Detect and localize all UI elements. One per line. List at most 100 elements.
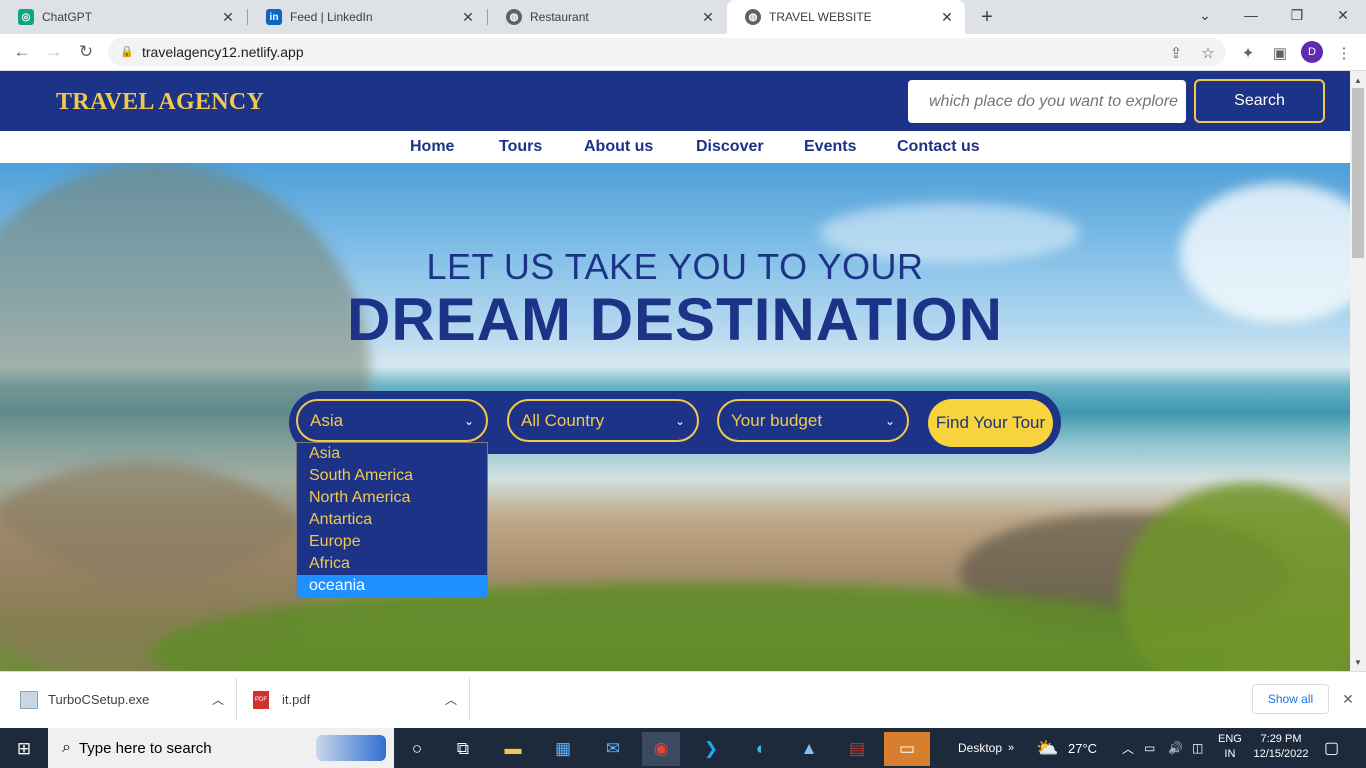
tab-title: Feed | LinkedIn bbox=[290, 10, 373, 24]
tray-expand-icon[interactable]: ︿ bbox=[1122, 728, 1134, 768]
download-separator bbox=[236, 678, 237, 720]
linkedin-icon: in bbox=[266, 9, 282, 25]
tab-linkedin[interactable]: in Feed | LinkedIn ✕ bbox=[248, 0, 486, 34]
close-downloads-icon[interactable]: ✕ bbox=[1338, 689, 1358, 709]
region-option[interactable]: Africa bbox=[297, 553, 487, 575]
globe-icon: ◍ bbox=[506, 9, 522, 25]
region-dropdown-list: Asia South America North America Antarti… bbox=[296, 442, 488, 598]
chevron-up-icon[interactable]: ︿ bbox=[206, 691, 230, 708]
file-explorer-icon[interactable]: ▬ bbox=[494, 732, 532, 766]
hero-subheading: LET US TAKE YOU TO YOUR bbox=[426, 246, 924, 287]
desktop-toolbar-label[interactable]: Desktop bbox=[958, 728, 1002, 768]
side-panel-icon[interactable]: ▣ bbox=[1270, 43, 1290, 63]
site-logo[interactable]: TRAVEL AGENCY bbox=[56, 89, 264, 116]
window-close-icon[interactable]: ✕ bbox=[1320, 0, 1366, 30]
cortana-icon[interactable]: ○ bbox=[398, 732, 436, 766]
region-select-value: Asia bbox=[310, 410, 344, 430]
extensions-icon[interactable]: ✦ bbox=[1238, 43, 1258, 63]
hero-heading: DREAM DESTINATION bbox=[347, 286, 1003, 353]
globe-icon: ◍ bbox=[745, 9, 761, 25]
chevron-down-icon: ⌄ bbox=[674, 413, 685, 428]
download-item-turboc[interactable]: TurboCSetup.exe ︿ bbox=[20, 671, 230, 728]
reload-icon[interactable]: ↻ bbox=[72, 38, 100, 66]
winrar-icon[interactable]: ▤ bbox=[838, 732, 876, 766]
tab-title: TRAVEL WEBSITE bbox=[769, 10, 872, 24]
scroll-up-icon[interactable]: ▲ bbox=[1350, 73, 1366, 87]
tab-title: Restaurant bbox=[530, 10, 589, 24]
volume-icon[interactable]: 🔊 bbox=[1168, 728, 1183, 768]
installer-file-icon bbox=[20, 690, 38, 709]
scrollbar-thumb[interactable] bbox=[1352, 88, 1364, 258]
chevron-up-icon[interactable]: ︿ bbox=[439, 691, 463, 708]
photos-icon[interactable]: ▲ bbox=[790, 732, 828, 766]
bookmark-star-icon[interactable]: ☆ bbox=[1198, 43, 1218, 63]
network-icon[interactable]: ◫ bbox=[1192, 728, 1203, 768]
taskbar-search[interactable]: ⌕ Type here to search bbox=[48, 728, 394, 768]
app-icon[interactable]: ▭ bbox=[884, 732, 930, 766]
minimize-icon[interactable]: — bbox=[1228, 0, 1274, 30]
region-option[interactable]: Europe bbox=[297, 531, 487, 553]
battery-icon[interactable]: ▭ bbox=[1144, 728, 1155, 768]
tab-chatgpt[interactable]: ◎ ChatGPT ✕ bbox=[0, 0, 246, 34]
budget-select[interactable]: Your budget ⌄ bbox=[717, 399, 909, 442]
taskbar-search-placeholder: Type here to search bbox=[78, 739, 212, 757]
nav-about-us[interactable]: About us bbox=[584, 138, 653, 156]
edge-icon[interactable]: ◐ bbox=[742, 732, 780, 766]
new-tab-icon[interactable]: + bbox=[976, 4, 998, 30]
region-option[interactable]: North America bbox=[297, 487, 487, 509]
back-icon[interactable]: ← bbox=[8, 38, 36, 66]
show-all-downloads-button[interactable]: Show all bbox=[1252, 684, 1329, 714]
find-tour-button[interactable]: Find Your Tour bbox=[928, 399, 1053, 447]
tab-title: ChatGPT bbox=[42, 10, 93, 24]
language-indicator[interactable]: ENG IN bbox=[1218, 732, 1242, 762]
menu-icon[interactable]: ⋮ bbox=[1334, 43, 1354, 63]
mail-icon[interactable]: ✉ bbox=[594, 732, 632, 766]
windows-start-icon[interactable]: ⊞ bbox=[5, 732, 43, 766]
chevron-down-icon: ⌄ bbox=[463, 413, 474, 428]
language-code: ENG bbox=[1218, 733, 1242, 745]
region-option[interactable]: South America bbox=[297, 465, 487, 487]
clock[interactable]: 7:29 PM 12/15/2022 bbox=[1249, 732, 1313, 762]
task-view-icon[interactable]: ⧉ bbox=[444, 732, 482, 766]
tab-travel-website[interactable]: ◍ TRAVEL WEBSITE ✕ bbox=[727, 0, 965, 34]
download-filename: TurboCSetup.exe bbox=[48, 692, 150, 707]
country-select[interactable]: All Country ⌄ bbox=[507, 399, 699, 442]
close-icon[interactable]: ✕ bbox=[700, 9, 716, 26]
nav-contact-us[interactable]: Contact us bbox=[897, 138, 980, 156]
vscode-icon[interactable]: ❯ bbox=[692, 732, 730, 766]
close-icon[interactable]: ✕ bbox=[220, 9, 236, 26]
forward-icon[interactable]: → bbox=[40, 38, 68, 66]
scroll-down-icon[interactable]: ▼ bbox=[1350, 655, 1366, 669]
budget-select-value: Your budget bbox=[731, 410, 823, 430]
region-option[interactable]: Antartica bbox=[297, 509, 487, 531]
nav-discover[interactable]: Discover bbox=[696, 138, 764, 156]
tab-search-icon[interactable]: ⌄ bbox=[1182, 0, 1228, 30]
search-button[interactable]: Search bbox=[1194, 79, 1325, 123]
share-icon[interactable]: ⇪ bbox=[1166, 43, 1186, 63]
url-text[interactable]: travelagency12.netlify.app bbox=[142, 44, 304, 60]
main-nav bbox=[0, 131, 1350, 163]
close-icon[interactable]: ✕ bbox=[939, 9, 955, 26]
region-option-highlighted[interactable]: oceania bbox=[297, 575, 487, 597]
chevron-right-icon[interactable]: » bbox=[1008, 728, 1014, 768]
nav-events[interactable]: Events bbox=[804, 138, 856, 156]
temperature[interactable]: 27°C bbox=[1068, 728, 1097, 768]
nav-home[interactable]: Home bbox=[410, 138, 454, 156]
weather-icon[interactable]: ⛅ bbox=[1036, 728, 1058, 768]
bush-shape bbox=[1120, 483, 1350, 671]
chrome-icon[interactable]: ◉ bbox=[642, 732, 680, 766]
notifications-icon[interactable]: ▢ bbox=[1324, 728, 1339, 768]
region-option[interactable]: Asia bbox=[297, 443, 487, 465]
store-icon[interactable]: ▦ bbox=[544, 732, 582, 766]
lock-icon[interactable]: 🔒 bbox=[120, 45, 134, 58]
profile-avatar[interactable]: D bbox=[1301, 41, 1323, 63]
country-select-value: All Country bbox=[521, 410, 605, 430]
nav-tours[interactable]: Tours bbox=[499, 138, 542, 156]
search-input[interactable] bbox=[908, 80, 1186, 123]
close-icon[interactable]: ✕ bbox=[460, 9, 476, 26]
search-icon: ⌕ bbox=[62, 739, 71, 756]
download-item-pdf[interactable]: PDF it.pdf ︿ bbox=[253, 671, 463, 728]
maximize-icon[interactable]: ❐ bbox=[1274, 0, 1320, 30]
tab-restaurant[interactable]: ◍ Restaurant ✕ bbox=[488, 0, 726, 34]
region-select[interactable]: Asia ⌄ bbox=[296, 399, 488, 442]
